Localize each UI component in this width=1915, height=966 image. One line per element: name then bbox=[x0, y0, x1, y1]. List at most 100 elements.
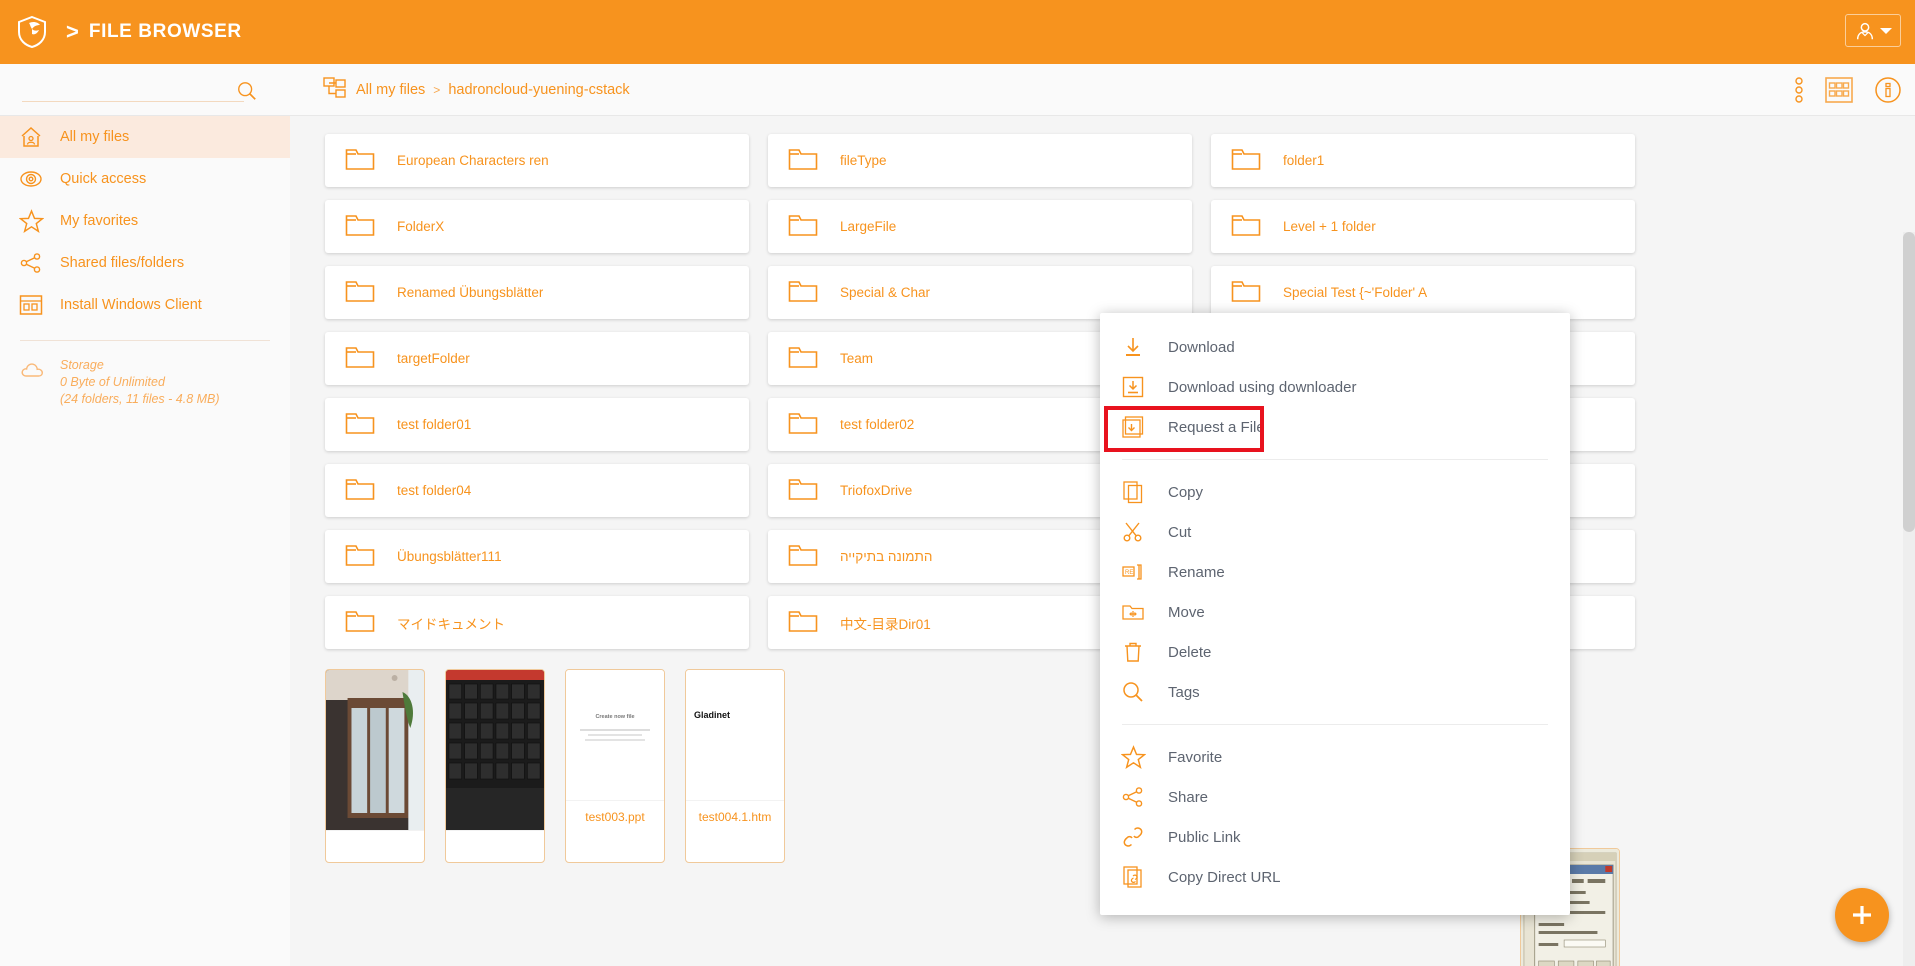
context-menu-item-request-a-file[interactable]: Request a File bbox=[1100, 407, 1570, 447]
folder-card[interactable]: fileType bbox=[768, 134, 1192, 187]
folder-name: Level + 1 folder bbox=[1283, 219, 1376, 234]
folder-name: targetFolder bbox=[397, 351, 470, 366]
scissors-icon bbox=[1120, 519, 1146, 545]
folder-name: התמונה בתיקייה bbox=[840, 549, 933, 564]
sidebar-item-install-windows-client[interactable]: Install Windows Client bbox=[0, 284, 290, 326]
storage-usage: 0 Byte of Unlimited bbox=[60, 375, 165, 389]
context-menu-item-move[interactable]: Move bbox=[1100, 592, 1570, 632]
file-name bbox=[446, 830, 544, 862]
cloud-icon bbox=[20, 357, 46, 383]
context-menu-item-label: Share bbox=[1168, 788, 1209, 806]
context-menu-item-label: Public Link bbox=[1168, 828, 1241, 846]
breadcrumb-current[interactable]: hadroncloud-yuening-cstack bbox=[448, 82, 629, 98]
context-menu-item-delete[interactable]: Delete bbox=[1100, 632, 1570, 672]
toolbar-actions bbox=[1795, 64, 1901, 116]
info-icon[interactable] bbox=[1875, 77, 1901, 103]
user-menu-button[interactable] bbox=[1845, 14, 1901, 47]
context-menu-item-label: Download using downloader bbox=[1168, 378, 1357, 396]
folder-icon bbox=[345, 475, 375, 506]
context-menu-item-public-link[interactable]: Public Link bbox=[1100, 817, 1570, 857]
folder-card[interactable]: targetFolder bbox=[325, 332, 749, 385]
folder-icon bbox=[1231, 211, 1261, 242]
storage-title: Storage bbox=[60, 358, 104, 372]
move-folder-icon bbox=[1120, 599, 1146, 625]
context-menu-item-label: Favorite bbox=[1168, 748, 1223, 766]
folder-card[interactable]: LargeFile bbox=[768, 200, 1192, 253]
subheader-toolbar: All my files > hadroncloud-yuening-cstac… bbox=[0, 64, 1915, 116]
folder-name: test folder01 bbox=[397, 417, 472, 432]
folder-name: LargeFile bbox=[840, 219, 897, 234]
search-icon[interactable] bbox=[236, 80, 258, 107]
eye-icon bbox=[18, 166, 44, 192]
file-card[interactable] bbox=[445, 669, 545, 863]
file-card[interactable] bbox=[325, 669, 425, 863]
context-menu-item-label: Cut bbox=[1168, 523, 1192, 541]
sidebar: All my files Quick access My favorites S… bbox=[0, 116, 290, 966]
folder-card[interactable]: test folder04 bbox=[325, 464, 749, 517]
request-file-icon bbox=[1120, 414, 1146, 440]
preview-title: Gladinet bbox=[694, 710, 731, 720]
folder-icon bbox=[788, 541, 818, 572]
copy-icon bbox=[1120, 479, 1146, 505]
search-input[interactable] bbox=[22, 74, 244, 102]
context-menu-item-share[interactable]: Share bbox=[1100, 777, 1570, 817]
plus-icon bbox=[1853, 906, 1871, 924]
kebab-menu-icon[interactable] bbox=[1795, 77, 1803, 103]
sidebar-item-quick-access[interactable]: Quick access bbox=[0, 158, 290, 200]
photo-thumbnail-room bbox=[326, 670, 424, 830]
breadcrumb: All my files > hadroncloud-yuening-cstac… bbox=[322, 64, 630, 116]
folder-name: TriofoxDrive bbox=[840, 483, 913, 498]
context-menu-item-copy[interactable]: Copy bbox=[1100, 472, 1570, 512]
home-user-icon bbox=[18, 124, 44, 150]
folder-card[interactable]: FolderX bbox=[325, 200, 749, 253]
sidebar-item-all-my-files[interactable]: All my files bbox=[0, 116, 290, 158]
scrollbar[interactable] bbox=[1903, 232, 1915, 966]
download-icon bbox=[1120, 334, 1146, 360]
context-menu-item-download[interactable]: Download bbox=[1100, 327, 1570, 367]
breadcrumb-root[interactable]: All my files bbox=[356, 82, 425, 98]
folder-card[interactable]: folder1 bbox=[1211, 134, 1635, 187]
file-card[interactable]: Create now file test003.ppt bbox=[565, 669, 665, 863]
shield-logo-icon[interactable] bbox=[10, 10, 54, 54]
folder-card[interactable]: Special & Char bbox=[768, 266, 1192, 319]
folder-icon bbox=[788, 475, 818, 506]
window-app-icon bbox=[18, 292, 44, 318]
folder-icon bbox=[345, 607, 375, 638]
folder-card[interactable]: Renamed Übungsblätter bbox=[325, 266, 749, 319]
sidebar-item-shared-files-folders[interactable]: Shared files/folders bbox=[0, 242, 290, 284]
sidebar-item-label: Quick access bbox=[60, 171, 147, 187]
context-menu-item-rename[interactable]: RE Rename bbox=[1100, 552, 1570, 592]
file-card[interactable]: Gladinet test004.1.htm bbox=[685, 669, 785, 863]
folder-card[interactable]: マイドキュメント bbox=[325, 596, 749, 649]
folder-card[interactable]: Level + 1 folder bbox=[1211, 200, 1635, 253]
folder-icon bbox=[788, 409, 818, 440]
context-menu-item-label: Rename bbox=[1168, 563, 1225, 581]
folder-icon bbox=[788, 145, 818, 176]
folder-card[interactable]: European Characters ren bbox=[325, 134, 749, 187]
folder-card[interactable]: Übungsblätter111 bbox=[325, 530, 749, 583]
app-header: > FILE BROWSER bbox=[0, 0, 1915, 64]
add-button[interactable] bbox=[1835, 888, 1889, 942]
scrollbar-thumb[interactable] bbox=[1903, 232, 1915, 532]
folder-name: folder1 bbox=[1283, 153, 1325, 168]
copy-link-icon bbox=[1120, 864, 1146, 890]
breadcrumb-separator: > bbox=[433, 83, 441, 97]
context-menu-item-favorite[interactable]: Favorite bbox=[1100, 737, 1570, 777]
share-nodes-icon bbox=[1120, 784, 1146, 810]
folder-name: test folder02 bbox=[840, 417, 915, 432]
preview-title: Create now file bbox=[595, 714, 635, 720]
folder-card[interactable]: Special Test {~'Folder' A bbox=[1211, 266, 1635, 319]
download-boxed-icon bbox=[1120, 374, 1146, 400]
folder-card[interactable]: test folder01 bbox=[325, 398, 749, 451]
context-menu: Download Download using downloader Reque… bbox=[1100, 313, 1570, 915]
context-menu-item-tags[interactable]: Tags bbox=[1100, 672, 1570, 712]
file-name: test004.1.htm bbox=[686, 800, 784, 832]
grid-view-icon[interactable] bbox=[1825, 77, 1853, 103]
context-menu-item-download-using-downloader[interactable]: Download using downloader bbox=[1100, 367, 1570, 407]
star-icon bbox=[18, 208, 44, 234]
context-menu-item-copy-direct-url[interactable]: Copy Direct URL bbox=[1100, 857, 1570, 897]
sidebar-item-my-favorites[interactable]: My favorites bbox=[0, 200, 290, 242]
context-menu-item-cut[interactable]: Cut bbox=[1100, 512, 1570, 552]
folder-icon bbox=[345, 277, 375, 308]
trash-icon bbox=[1120, 639, 1146, 665]
